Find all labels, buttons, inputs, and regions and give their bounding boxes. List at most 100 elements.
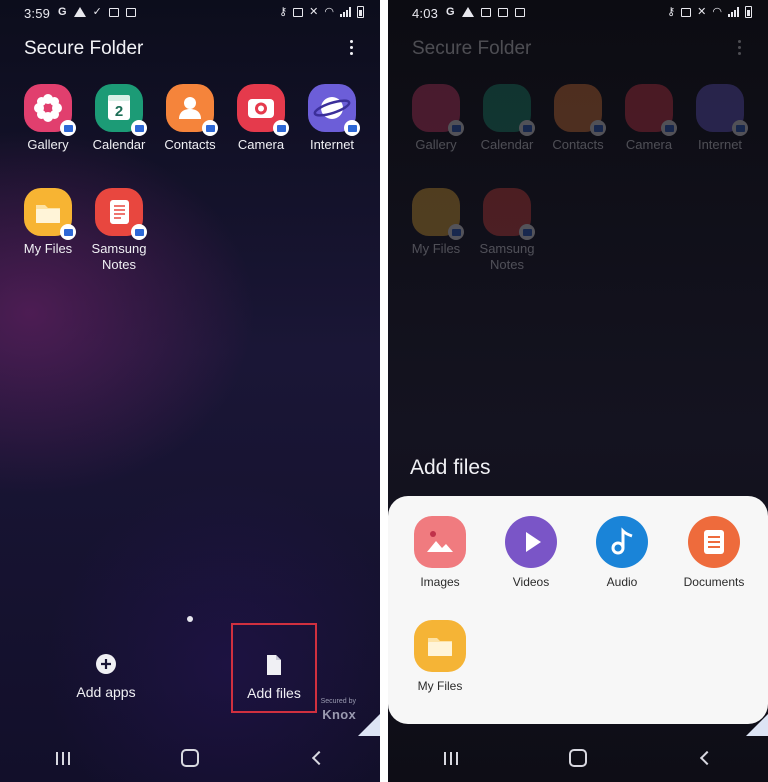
battery-icon bbox=[745, 6, 752, 18]
check-icon: ✓ bbox=[92, 6, 102, 18]
recents-button[interactable] bbox=[431, 743, 471, 773]
camera-icon bbox=[625, 84, 677, 136]
app-calendar[interactable]: 2 Calendar bbox=[82, 84, 156, 153]
status-time: 4:03 bbox=[412, 6, 439, 21]
option-label: Videos bbox=[512, 575, 550, 589]
planet-icon bbox=[696, 84, 748, 136]
app-my-files[interactable]: My Files bbox=[11, 188, 85, 257]
app-label: Internet bbox=[309, 137, 355, 152]
app-internet[interactable]: Internet bbox=[295, 84, 369, 153]
back-button[interactable] bbox=[297, 743, 337, 773]
app-label: My Files bbox=[411, 241, 461, 256]
app-label: Gallery bbox=[415, 137, 457, 152]
x-box-icon bbox=[514, 7, 525, 17]
secure-badge-icon bbox=[519, 120, 535, 136]
home-button[interactable] bbox=[170, 743, 210, 773]
notes-icon bbox=[95, 188, 147, 240]
option-label: Images bbox=[420, 575, 460, 589]
folder-icon bbox=[414, 620, 466, 672]
edge-panel-handle bbox=[746, 714, 768, 736]
wifi-icon: ◠ bbox=[712, 6, 722, 18]
navigation-bar bbox=[388, 734, 768, 782]
signal-icon bbox=[340, 7, 351, 17]
secure-badge-icon bbox=[590, 120, 606, 136]
app-camera[interactable]: Camera bbox=[224, 84, 298, 153]
camera-icon bbox=[237, 84, 289, 136]
app-label-line1: Samsung bbox=[479, 241, 535, 256]
recents-button[interactable] bbox=[43, 743, 83, 773]
edge-panel-handle[interactable] bbox=[358, 714, 380, 736]
app-samsung-notes[interactable]: Samsung Notes bbox=[82, 188, 156, 273]
battery-icon bbox=[357, 6, 364, 18]
secure-badge-icon bbox=[732, 120, 748, 136]
wifi-icon: ◠ bbox=[324, 6, 334, 18]
more-options-icon[interactable] bbox=[350, 40, 354, 55]
option-audio[interactable]: Audio bbox=[576, 516, 668, 589]
app-label: Contacts bbox=[164, 137, 216, 152]
recents-icon bbox=[56, 751, 71, 765]
calendar-icon bbox=[483, 84, 535, 136]
secure-folder-screen: 3:59 G ✓ ⚷ ✕ ◠ Secure Folder Gallery 2 C… bbox=[0, 0, 380, 782]
add-apps-button[interactable]: Add apps bbox=[66, 653, 146, 700]
option-my-files[interactable]: My Files bbox=[394, 620, 486, 693]
folder-icon bbox=[412, 188, 464, 240]
app-label: Calendar bbox=[92, 137, 146, 152]
app-my-files: My Files bbox=[399, 188, 473, 257]
warning-icon bbox=[73, 7, 86, 17]
person-icon bbox=[554, 84, 606, 136]
app-label: Samsung Notes bbox=[470, 241, 544, 273]
calendar-icon: 2 bbox=[95, 84, 147, 136]
key-icon: ⚷ bbox=[667, 6, 676, 18]
key-icon: ⚷ bbox=[279, 6, 288, 18]
app-internet: Internet bbox=[683, 84, 757, 153]
app-contacts[interactable]: Contacts bbox=[153, 84, 227, 153]
secure-badge-icon bbox=[519, 224, 535, 240]
option-images[interactable]: Images bbox=[394, 516, 486, 589]
recents-icon bbox=[444, 751, 459, 765]
status-time: 3:59 bbox=[24, 6, 51, 21]
x-box-icon bbox=[125, 7, 136, 17]
page-title: Secure Folder bbox=[412, 38, 532, 59]
image-icon bbox=[414, 516, 466, 568]
flower-icon bbox=[412, 84, 464, 136]
secure-badge-icon bbox=[202, 120, 218, 136]
notes-icon bbox=[483, 188, 535, 240]
app-label-line2: Notes bbox=[102, 257, 136, 272]
svg-text:2: 2 bbox=[115, 103, 123, 120]
app-label: Camera bbox=[237, 137, 285, 152]
option-videos[interactable]: Videos bbox=[485, 516, 577, 589]
signal-icon bbox=[728, 7, 739, 17]
play-icon bbox=[505, 516, 557, 568]
image-icon bbox=[108, 7, 119, 17]
add-files-screen: 4:03 G ⚷ ✕ ◠ Secure Folder Gallery Calen… bbox=[388, 0, 768, 782]
app-label: My Files bbox=[23, 241, 73, 256]
more-options-icon bbox=[738, 40, 742, 55]
page-title: Secure Folder bbox=[24, 38, 144, 59]
secure-badge-icon bbox=[448, 120, 464, 136]
google-icon: G bbox=[58, 6, 67, 18]
navigation-bar bbox=[0, 734, 380, 782]
warning-icon bbox=[461, 7, 474, 17]
secure-badge-icon bbox=[131, 224, 147, 240]
home-button[interactable] bbox=[558, 743, 598, 773]
folder-status-icon bbox=[293, 7, 304, 17]
google-icon: G bbox=[446, 6, 455, 18]
app-contacts: Contacts bbox=[541, 84, 615, 153]
back-icon bbox=[311, 750, 326, 766]
option-label: Documents bbox=[683, 575, 745, 589]
document-icon bbox=[688, 516, 740, 568]
knox-secured-by: Secured by bbox=[320, 698, 356, 705]
app-camera: Camera bbox=[612, 84, 686, 153]
folder-icon bbox=[24, 188, 76, 240]
knox-brand: Knox bbox=[322, 707, 356, 722]
app-gallery: Gallery bbox=[399, 84, 473, 153]
secure-badge-icon bbox=[60, 120, 76, 136]
secure-badge-icon bbox=[273, 120, 289, 136]
app-label-line1: Samsung bbox=[91, 241, 147, 256]
option-documents[interactable]: Documents bbox=[668, 516, 760, 589]
mute-icon: ✕ bbox=[697, 6, 707, 18]
app-gallery[interactable]: Gallery bbox=[11, 84, 85, 153]
image-icon bbox=[480, 7, 491, 17]
music-note-icon bbox=[596, 516, 648, 568]
back-button[interactable] bbox=[685, 743, 725, 773]
